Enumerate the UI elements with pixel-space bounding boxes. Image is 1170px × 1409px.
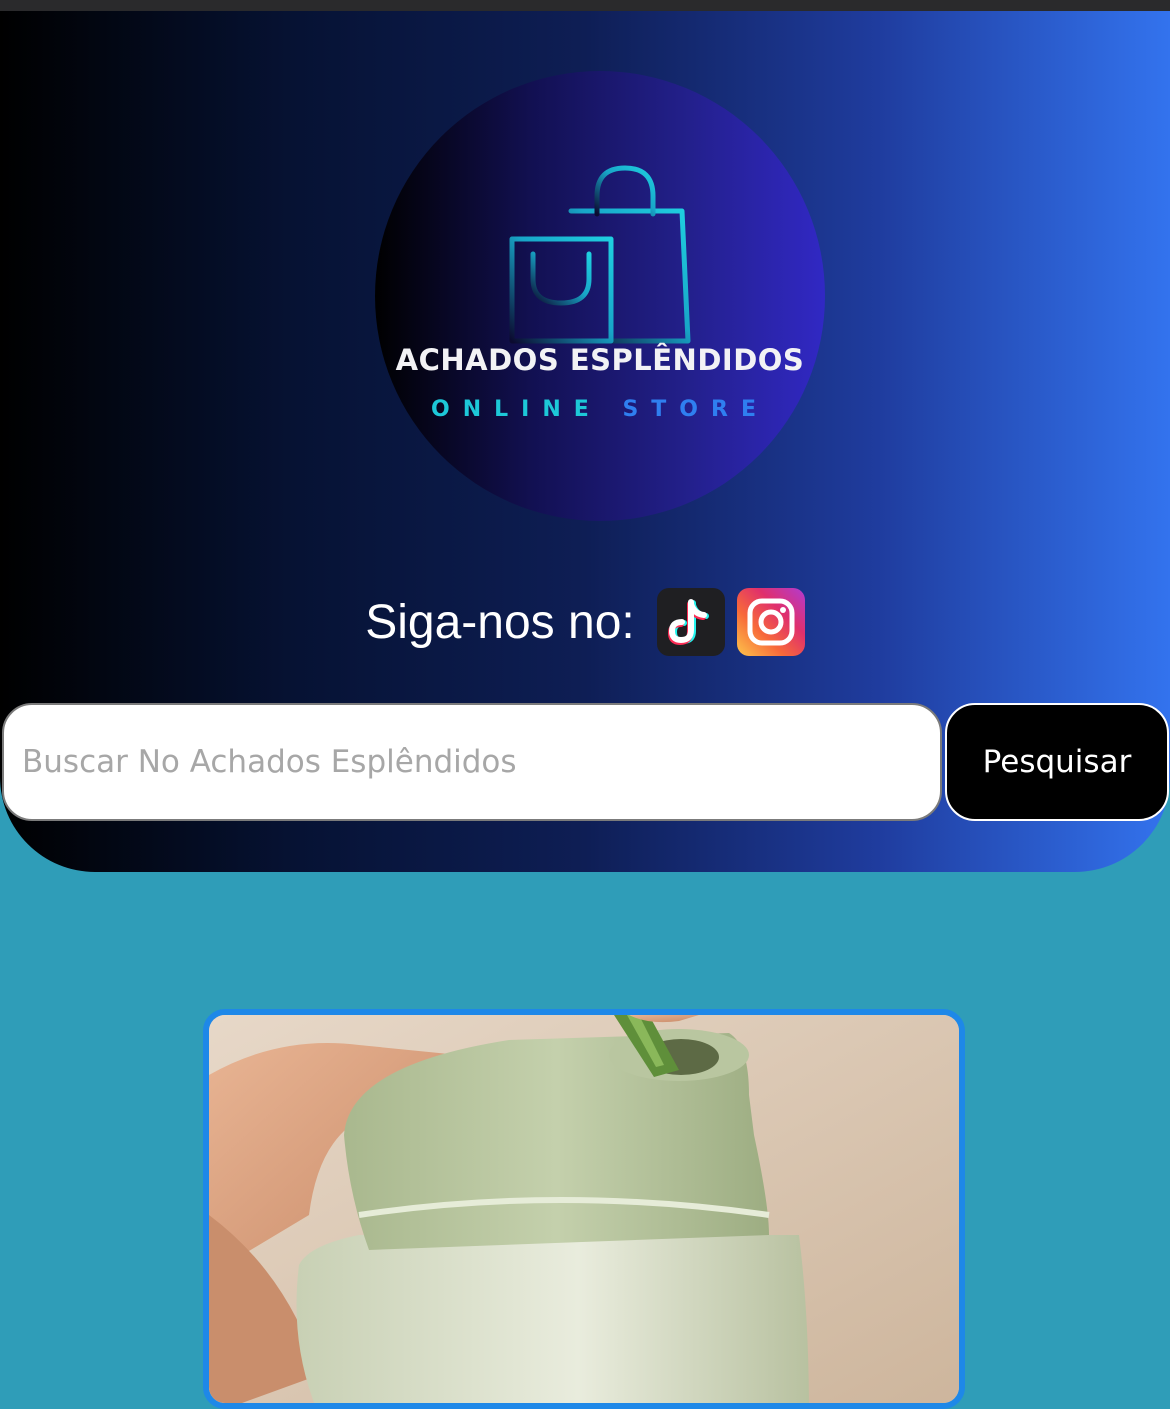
search-button[interactable]: Pesquisar bbox=[945, 703, 1169, 821]
instagram-icon[interactable] bbox=[736, 588, 805, 656]
brand-name: ACHADOS ESPLÊNDIDOS bbox=[395, 343, 805, 377]
product-card[interactable] bbox=[203, 1009, 965, 1409]
vegetable-cutter-product-image bbox=[209, 1015, 959, 1403]
shopping-bags-icon bbox=[509, 165, 691, 344]
brand-subtitle: ONLINE STORE bbox=[375, 397, 825, 422]
follow-label: Siga-nos no: bbox=[365, 595, 635, 649]
top-status-bar bbox=[0, 0, 1170, 11]
brand-subtitle-word2: STORE bbox=[622, 397, 769, 422]
search-input[interactable] bbox=[2, 703, 942, 821]
brand-subtitle-word1: ONLINE bbox=[431, 397, 602, 422]
site-header: ACHADOS ESPLÊNDIDOS ONLINE STORE Siga-no… bbox=[0, 11, 1170, 872]
tiktok-icon[interactable] bbox=[656, 588, 725, 656]
social-follow-row: Siga-nos no: bbox=[0, 577, 1170, 667]
store-logo[interactable]: ACHADOS ESPLÊNDIDOS ONLINE STORE bbox=[375, 71, 825, 521]
